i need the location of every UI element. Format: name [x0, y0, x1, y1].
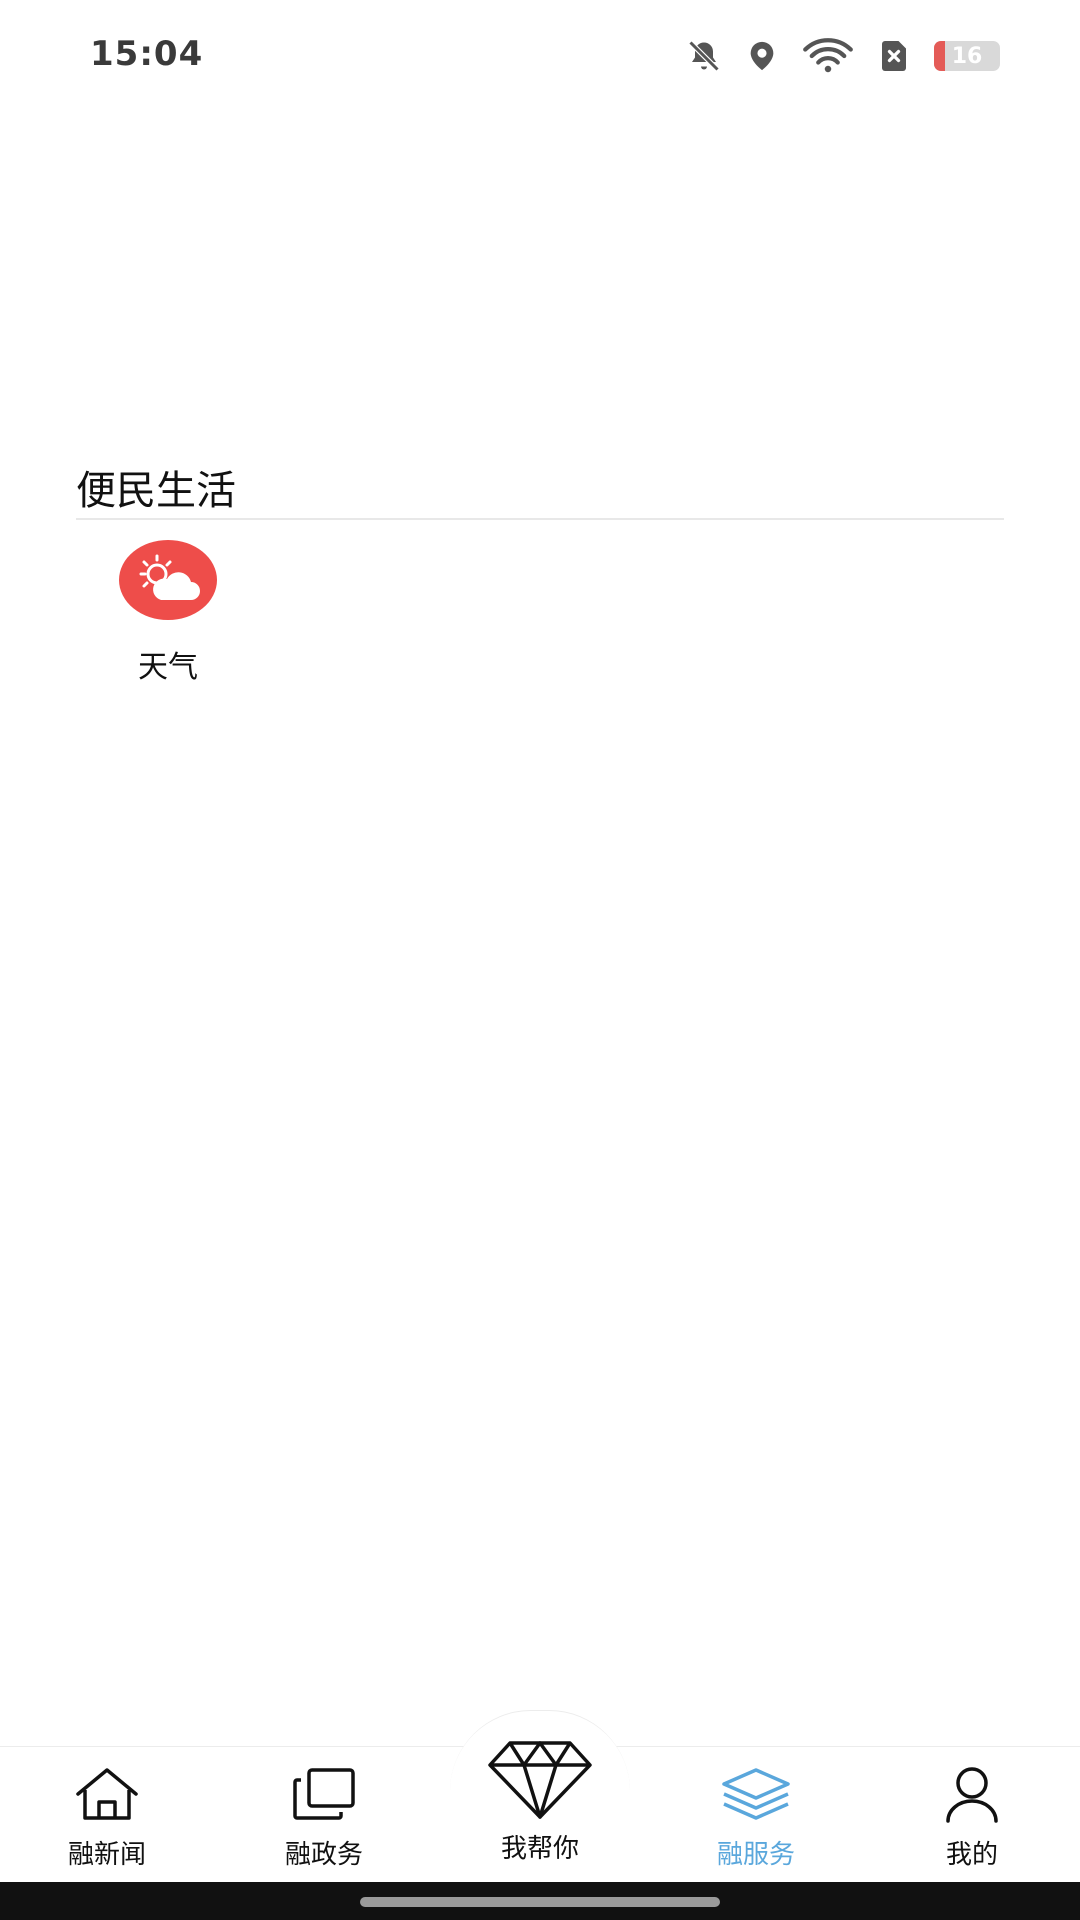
nav-label-gov: 融政务: [284, 1840, 363, 1870]
sim-error-icon: [876, 38, 912, 74]
nav-label-news: 融新闻: [67, 1840, 146, 1870]
nav-item-gov[interactable]: 融政务: [254, 1762, 394, 1871]
weather-icon: [119, 540, 217, 620]
nav-item-service[interactable]: 融服务: [686, 1762, 826, 1871]
nav-label-service: 融服务: [716, 1840, 795, 1870]
gesture-area: [0, 1882, 1080, 1920]
gesture-handle[interactable]: [360, 1897, 720, 1907]
battery-icon: 16: [934, 41, 1000, 71]
bell-muted-icon: [686, 38, 722, 74]
stack-icon: [284, 1762, 364, 1826]
diamond-icon: [484, 1738, 596, 1822]
home-icon: [67, 1762, 147, 1826]
layers-icon: [716, 1762, 796, 1826]
nav-item-mine[interactable]: 我的: [902, 1762, 1042, 1871]
nav-label-help: 我帮你: [500, 1834, 579, 1864]
screen: 15:04 16 便民生活 天气 融新闻 融政务 我帮你 融服务 我的: [0, 0, 1080, 1920]
section-divider: [76, 518, 1004, 520]
status-time: 15:04: [90, 34, 204, 74]
service-label-weather: 天气: [138, 650, 198, 685]
nav-item-news[interactable]: 融新闻: [37, 1762, 177, 1871]
location-icon: [744, 38, 780, 74]
nav-item-help[interactable]: 我帮你: [470, 1738, 610, 1865]
battery-indicator: 16: [934, 41, 1000, 71]
section-title: 便民生活: [76, 468, 236, 514]
service-item-weather[interactable]: 天气: [100, 540, 236, 690]
status-bar: 15:04 16: [0, 0, 1080, 120]
status-icons: 16: [686, 38, 1000, 74]
nav-label-mine: 我的: [945, 1840, 998, 1870]
battery-level: 16: [951, 43, 983, 69]
wifi-icon: [802, 38, 854, 74]
user-icon: [932, 1762, 1012, 1826]
